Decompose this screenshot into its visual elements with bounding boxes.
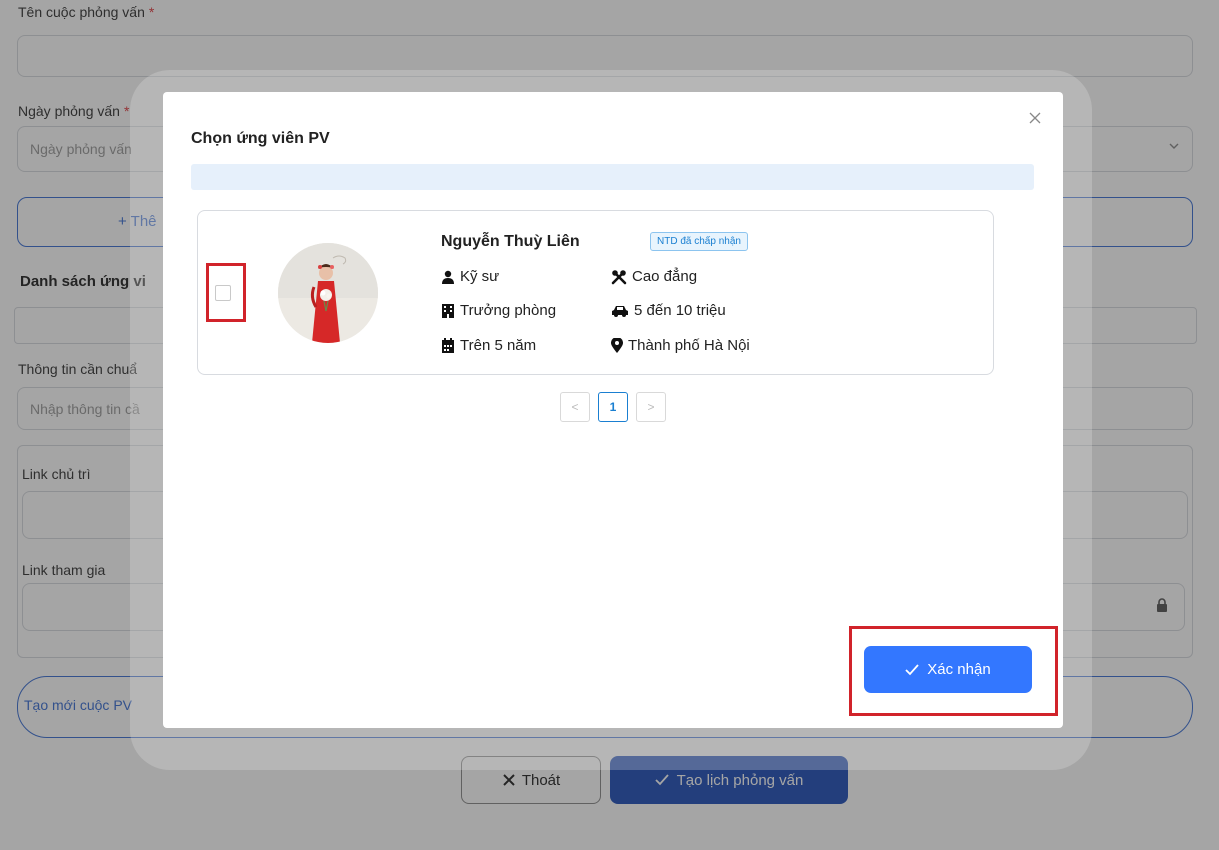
attr-education: Cao đẳng	[611, 268, 697, 285]
pagination-next[interactable]: >	[636, 392, 666, 422]
candidate-name: Nguyễn Thuỳ Liên	[441, 233, 580, 250]
calendar-icon	[442, 338, 454, 353]
confirm-button[interactable]: Xác nhận	[864, 646, 1032, 693]
experience-text: Trên 5 năm	[460, 337, 537, 354]
level-text: Trưởng phòng	[460, 302, 557, 319]
check-icon	[905, 663, 919, 675]
attr-experience: Trên 5 năm	[441, 337, 536, 354]
pagination: < 1 >	[560, 392, 666, 422]
candidate-card[interactable]: Nguyễn Thuỳ Liên NTD đã chấp nhận Kỹ sư …	[197, 210, 994, 375]
pagination-page-1[interactable]: 1	[598, 392, 628, 422]
candidate-avatar	[278, 243, 378, 343]
attr-position: Kỹ sư	[441, 268, 499, 285]
education-text: Cao đẳng	[632, 268, 698, 285]
tools-icon	[611, 269, 627, 284]
confirm-button-label: Xác nhận	[927, 661, 991, 678]
location-text: Thành phố Hà Nội	[628, 337, 750, 354]
attr-salary: 5 đến 10 triệu	[611, 302, 726, 319]
car-icon	[612, 305, 628, 317]
building-icon	[442, 304, 454, 318]
salary-text: 5 đến 10 triệu	[634, 302, 726, 319]
status-badge: NTD đã chấp nhận	[650, 232, 748, 251]
attr-level: Trưởng phòng	[441, 302, 556, 319]
map-pin-icon	[611, 337, 623, 353]
info-bar	[191, 164, 1034, 190]
user-icon	[442, 270, 454, 284]
close-icon[interactable]	[1027, 110, 1043, 126]
pagination-prev[interactable]: <	[560, 392, 590, 422]
candidate-checkbox[interactable]	[215, 285, 231, 301]
avatar-photo	[278, 243, 378, 343]
position-text: Kỹ sư	[460, 268, 500, 285]
modal-title: Chọn ứng viên PV	[191, 130, 330, 147]
attr-location: Thành phố Hà Nội	[611, 337, 750, 354]
select-candidate-modal: Chọn ứng viên PV Nguyễn Thuỳ Liên NTD đã…	[163, 92, 1063, 728]
